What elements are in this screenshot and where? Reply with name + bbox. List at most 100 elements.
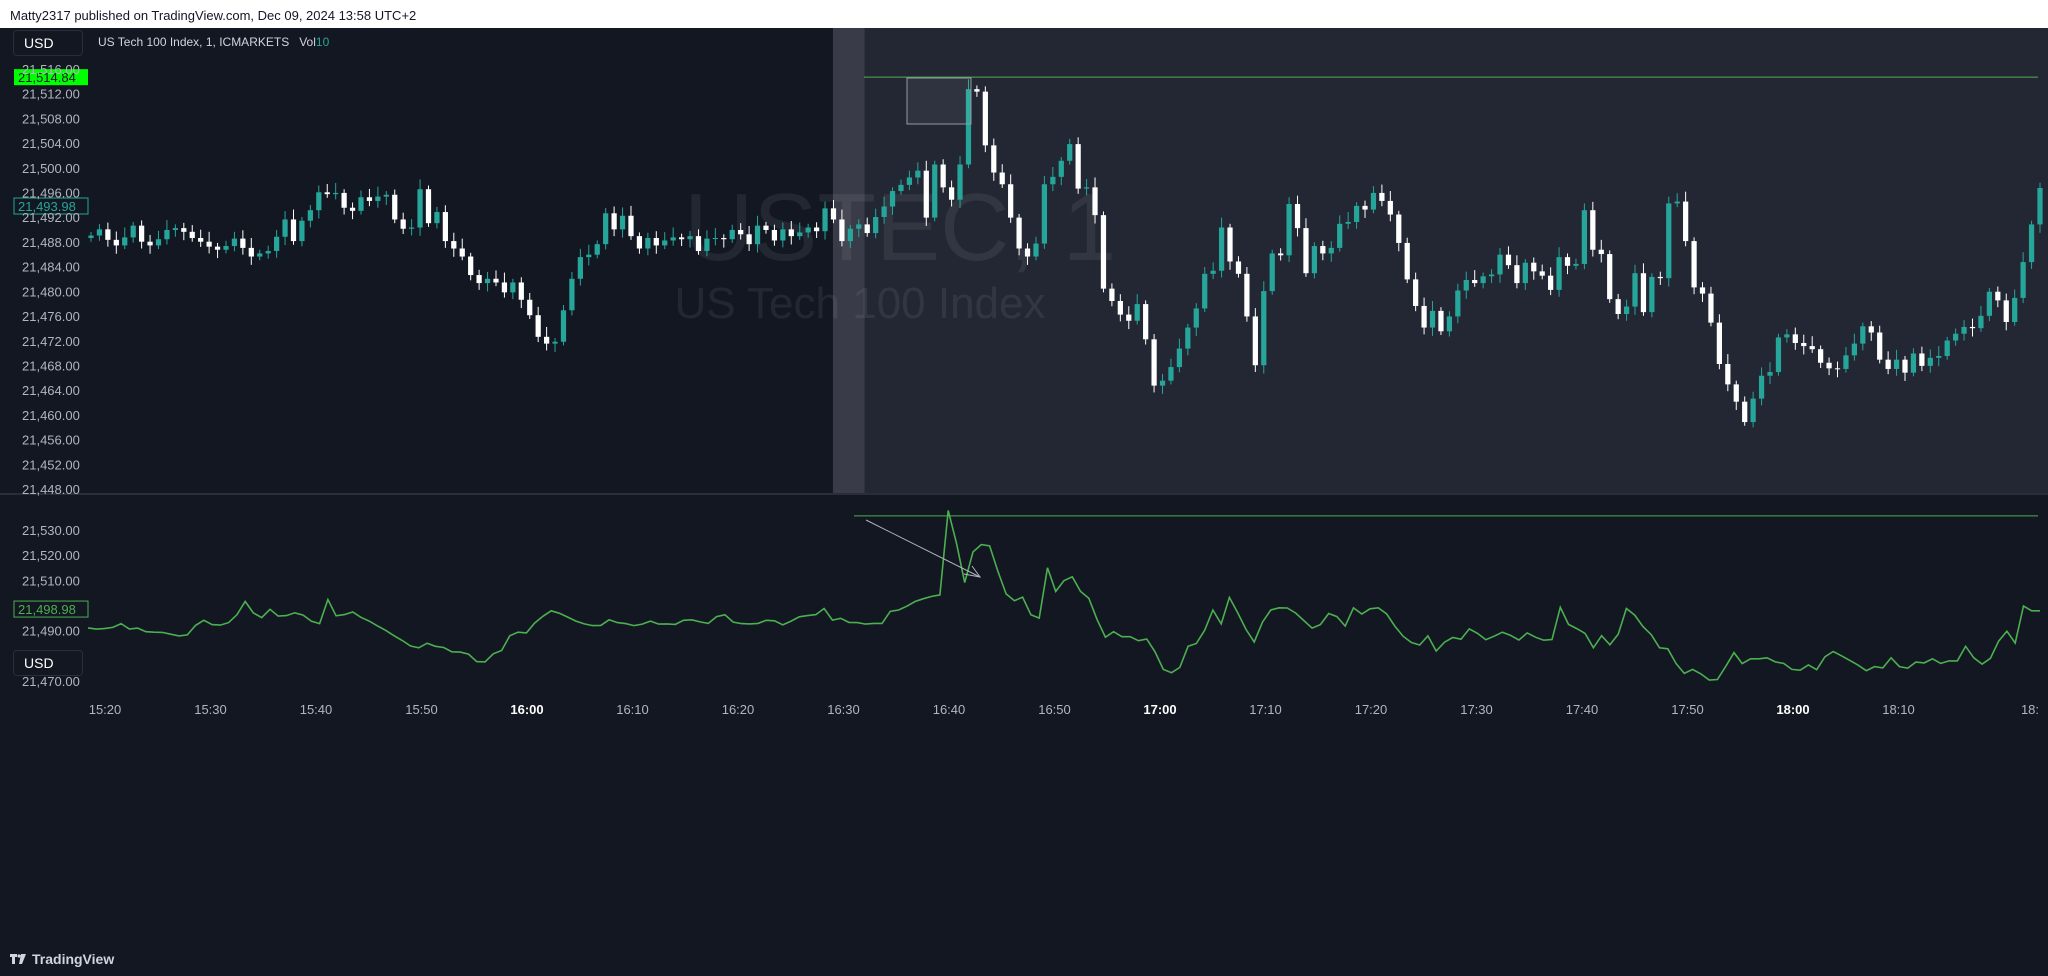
top-y-tick-label: 21,460.00 — [22, 408, 80, 423]
candle-body — [1843, 355, 1849, 369]
top-y-tick-label: 21,448.00 — [22, 482, 80, 497]
candle-body — [813, 227, 820, 232]
x-tick-label: 17:50 — [1671, 702, 1704, 717]
candle-body — [1016, 217, 1022, 249]
candle-body — [687, 236, 693, 240]
publish-info: Matty2317 published on TradingView.com, … — [10, 8, 417, 23]
candle-body — [1640, 273, 1647, 313]
candle-body — [535, 315, 541, 337]
candle-body — [1117, 301, 1123, 315]
bottom-y-tick-label: 21,510.00 — [22, 573, 80, 588]
legend-vol-label: Vol — [299, 35, 316, 49]
candle-body — [670, 237, 676, 241]
candle-body — [1961, 326, 1967, 334]
candle-body — [442, 212, 448, 242]
candle-body — [1590, 210, 1596, 250]
candle-body — [417, 189, 423, 228]
candle-body — [1294, 204, 1301, 229]
candle-body — [96, 229, 103, 236]
candle-body — [383, 194, 389, 197]
candle-body — [172, 228, 178, 230]
x-tick-label: 15:40 — [300, 702, 333, 717]
candle-body — [1311, 246, 1318, 274]
candle-body — [333, 192, 339, 195]
candle-body — [1337, 223, 1343, 248]
bottom-y-tick-label: 21,520.00 — [22, 548, 80, 563]
footer-bar — [0, 944, 2048, 976]
candle-body — [1868, 326, 1874, 333]
candle-body — [754, 225, 761, 245]
candle-body — [1978, 315, 1984, 329]
candle-body — [1353, 205, 1360, 222]
candle-body — [1581, 210, 1588, 264]
candle-body — [1413, 279, 1419, 306]
candle-body — [1210, 270, 1216, 274]
candle-body — [1902, 359, 1908, 373]
candle-body — [923, 170, 929, 218]
candle-body — [206, 241, 212, 247]
candle-body — [2028, 224, 2035, 263]
trend-arrow[interactable] — [865, 519, 981, 578]
top-currency-button[interactable]: USD — [13, 30, 83, 56]
top-y-tick-label: 21,456.00 — [22, 433, 80, 448]
candle-body — [1244, 273, 1250, 317]
candle-body — [1024, 248, 1031, 257]
candle-body — [1303, 228, 1309, 274]
candle-body — [1758, 375, 1765, 399]
candle-body — [451, 241, 457, 249]
candle-body — [1666, 203, 1672, 279]
candle-body — [721, 238, 727, 240]
candle-body — [898, 184, 904, 192]
candle-body — [906, 177, 913, 185]
candle-body — [459, 248, 465, 257]
candle-body — [425, 189, 432, 224]
candle-body — [1379, 192, 1385, 201]
candle-body — [1893, 359, 1900, 369]
candle-body — [113, 239, 119, 246]
candle-body — [1733, 384, 1739, 402]
chart-canvas[interactable]: USTEC, 1US Tech 100 Index 21,514.8421,49… — [0, 28, 2048, 944]
candle-body — [240, 238, 246, 248]
candle-body — [257, 253, 263, 257]
candle-body — [1134, 304, 1140, 321]
candle-body — [2037, 187, 2043, 225]
candle-body — [1818, 349, 1824, 363]
bottom-currency-button[interactable]: USD — [13, 650, 83, 676]
candle-body — [1834, 368, 1841, 370]
candle-body — [712, 238, 718, 239]
candle-body — [1860, 326, 1866, 344]
candle-body — [1910, 353, 1917, 373]
candle-body — [586, 254, 592, 258]
top-y-tick-label: 21,480.00 — [22, 284, 80, 299]
candle-body — [1598, 249, 1604, 255]
candle-body — [738, 229, 744, 235]
candle-body — [1505, 254, 1512, 266]
bottom-last-label: 21,498.98 — [18, 602, 76, 617]
candle-body — [1767, 372, 1773, 376]
candle-body — [181, 228, 187, 232]
candle-body — [662, 240, 668, 246]
candle-body — [873, 217, 879, 234]
candle-body — [889, 191, 896, 207]
candle-body — [324, 192, 330, 195]
candle-body — [1699, 287, 1706, 294]
x-tick-label: 18:10 — [1882, 702, 1915, 717]
candle-body — [1657, 276, 1663, 279]
candle-body — [974, 89, 980, 92]
x-tick-label: 17:40 — [1566, 702, 1599, 717]
candle-body — [1472, 280, 1478, 284]
tradingview-brand[interactable]: TradingView — [10, 951, 114, 967]
candle-body — [518, 282, 524, 300]
candle-body — [788, 229, 794, 237]
candle-body — [299, 220, 305, 242]
candle-body — [1809, 346, 1815, 350]
candle-body — [392, 194, 398, 220]
top-y-tick-label: 21,508.00 — [22, 111, 80, 126]
candle-body — [1784, 334, 1790, 338]
x-tick-label: 17:20 — [1355, 702, 1388, 717]
candle-body — [400, 219, 406, 229]
candle-body — [484, 278, 491, 284]
candle-body — [695, 236, 702, 251]
selection-rectangle[interactable] — [906, 77, 972, 125]
candle-body — [1927, 357, 1933, 366]
